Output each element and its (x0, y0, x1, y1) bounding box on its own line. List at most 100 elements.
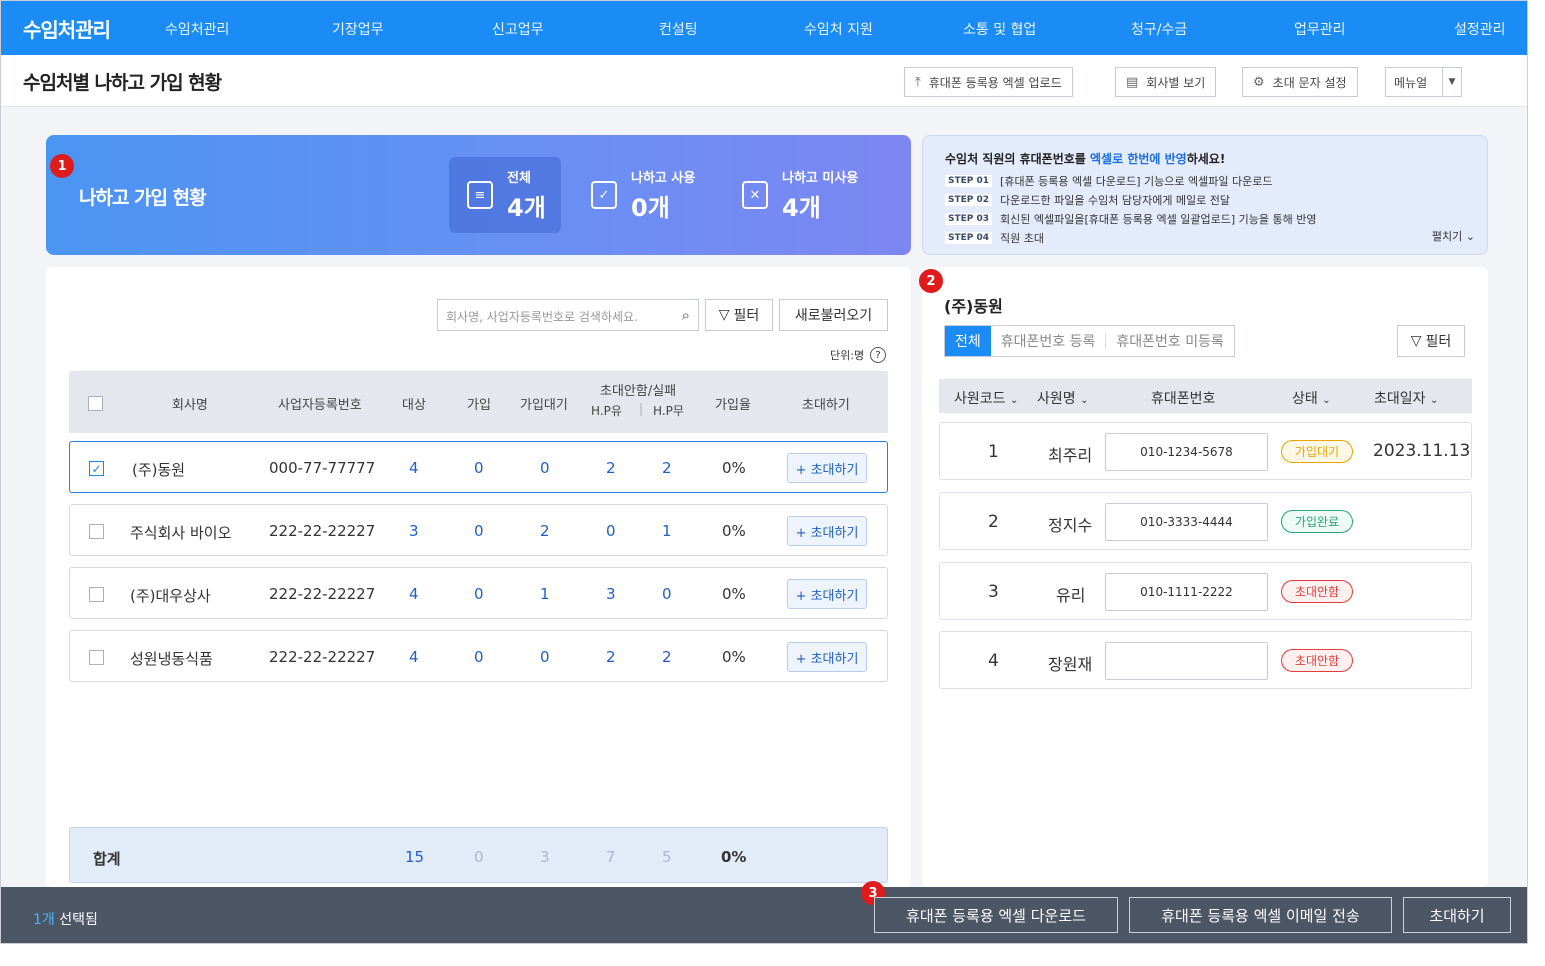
table-row[interactable]: 주식회사 바이오 222-22-22227 3 0 2 0 1 0% + 초대하… (69, 504, 888, 556)
cell-bizno: 222-22-22227 (269, 585, 376, 603)
search-icon[interactable]: ⌕ (682, 306, 690, 324)
cell-bizno: 222-22-22227 (269, 522, 376, 540)
cell-joined[interactable]: 0 (474, 585, 484, 603)
cell-target[interactable]: 4 (409, 585, 419, 603)
phone-input[interactable] (1105, 642, 1268, 680)
employee-row[interactable]: 2 정지수 010-3333-4444 가입완료 (939, 492, 1472, 550)
cell-target[interactable]: 3 (409, 522, 419, 540)
tab-phone-unregistered[interactable]: 휴대폰번호 미등록 (1106, 326, 1234, 356)
cell-hp-no[interactable]: 1 (662, 522, 672, 540)
row-checkbox[interactable]: ✓ (89, 461, 104, 476)
nav-item-clients[interactable]: 수임처관리 (165, 19, 229, 39)
excel-download-button[interactable]: 휴대폰 등록용 엑셀 다운로드 (874, 897, 1118, 933)
excel-upload-button[interactable]: ⤒ 휴대폰 등록용 엑셀 업로드 (904, 67, 1073, 97)
cell-joined[interactable]: 0 (474, 648, 484, 666)
tab-phone-registered[interactable]: 휴대폰번호 등록 (991, 326, 1106, 356)
excel-email-button[interactable]: 휴대폰 등록용 엑셀 이메일 전송 (1129, 897, 1392, 933)
phone-input[interactable]: 010-3333-4444 (1105, 503, 1268, 541)
table-row[interactable]: 성원냉동식품 222-22-22227 4 0 0 2 2 0% + 초대하기 (69, 630, 888, 682)
cell-hp-yes[interactable]: 2 (606, 648, 616, 666)
brand-logo[interactable]: 수임처관리 (23, 14, 111, 43)
expand-guide-link[interactable]: 펼치기 ⌄ (1432, 228, 1475, 244)
list-icon: ≡ (467, 181, 493, 209)
client-list-panel: 회사명, 사업자등록번호로 검색하세요. ⌕ ▽ 필터 새로불러오기 단위:명 … (46, 267, 911, 887)
col-employee-name[interactable]: 사원명 ⌄ (1037, 388, 1088, 408)
col-target: 대상 (402, 398, 426, 413)
col-employee-code[interactable]: 사원코드 ⌄ (954, 388, 1018, 408)
nav-item-collaboration[interactable]: 소통 및 협업 (963, 19, 1036, 39)
company-view-button[interactable]: ▤ 회사별 보기 (1115, 67, 1217, 97)
chevron-down-icon: ⌄ (1080, 395, 1089, 406)
employee-name: 최주리 (1048, 446, 1093, 465)
cell-joined[interactable]: 0 (474, 459, 484, 477)
cell-hp-yes[interactable]: 0 (606, 522, 616, 540)
stat-using-value: 0개 (631, 194, 670, 222)
help-icon[interactable]: ? (870, 347, 887, 363)
unit-label: 단위:명 (830, 349, 865, 362)
cell-joined[interactable]: 0 (474, 522, 484, 540)
cell-waiting[interactable]: 2 (540, 522, 550, 540)
selected-count: 1개 선택됨 (33, 909, 98, 929)
cell-target[interactable]: 4 (409, 459, 419, 477)
row-checkbox[interactable] (89, 524, 104, 539)
cell-bizno: 222-22-22227 (269, 648, 376, 666)
invite-button[interactable]: + 초대하기 (787, 642, 867, 672)
nav-item-settings[interactable]: 설정관리 (1454, 19, 1506, 39)
employee-row[interactable]: 1 최주리 010-1234-5678 가입대기 2023.11.13 (939, 422, 1472, 480)
cell-hp-no[interactable]: 0 (662, 585, 672, 603)
row-checkbox[interactable] (89, 587, 104, 602)
phone-input[interactable]: 010-1111-2222 (1105, 573, 1268, 611)
nav-item-bookkeeping[interactable]: 기장업무 (332, 19, 384, 39)
nav-item-client-support[interactable]: 수임처 지원 (804, 19, 873, 39)
manual-label: 메뉴얼 (1394, 75, 1428, 90)
manual-button[interactable]: 메뉴얼 (1385, 67, 1443, 97)
nav-item-filing[interactable]: 신고업무 (492, 19, 544, 39)
company-search-input[interactable]: 회사명, 사업자등록번호로 검색하세요. ⌕ (437, 299, 699, 331)
col-phone: 휴대폰번호 (1151, 391, 1216, 407)
nav-item-work-management[interactable]: 업무관리 (1294, 19, 1346, 39)
employee-table-header: 사원코드 ⌄ 사원명 ⌄ 휴대폰번호 상태 ⌄ 초대일자 ⌄ (939, 379, 1472, 413)
stat-using[interactable]: ✓ 나하고 사용 0개 (591, 157, 721, 233)
guide-step: STEP 02 다운로드한 파일을 수임처 담당자에게 메일로 전달 (945, 192, 1230, 208)
nav-item-billing[interactable]: 청구/수금 (1131, 19, 1187, 39)
row-checkbox[interactable] (89, 650, 104, 665)
invite-button[interactable]: + 초대하기 (787, 453, 867, 483)
refresh-button[interactable]: 새로불러오기 (779, 299, 888, 331)
guide-title-highlight-1: 엑셀로 (1090, 152, 1124, 166)
cell-hp-yes[interactable]: 3 (606, 585, 616, 603)
filter-button[interactable]: ▽ 필터 (705, 299, 773, 331)
invite-button[interactable]: + 초대하기 (787, 579, 867, 609)
table-row[interactable]: (주)대우상사 222-22-22227 4 0 1 3 0 0% + 초대하기 (69, 567, 888, 619)
cell-waiting[interactable]: 0 (540, 459, 550, 477)
table-row[interactable]: ✓ (주)동원 000-77-77777 4 0 0 2 2 0% + 초대하기 (69, 441, 888, 493)
total-waiting: 3 (540, 848, 550, 866)
nav-item-consulting[interactable]: 컨설팅 (659, 19, 698, 39)
table-header: 회사명 사업자등록번호 대상 가입 가입대기 초대안함/실패 H.P유 | H.… (69, 371, 888, 433)
col-status[interactable]: 상태 ⌄ (1292, 388, 1331, 408)
cell-target[interactable]: 4 (409, 648, 419, 666)
sms-settings-label: 초대 문자 설정 (1272, 75, 1347, 90)
invite-button[interactable]: + 초대하기 (787, 516, 867, 546)
employee-row[interactable]: 3 유리 010-1111-2222 초대안함 (939, 562, 1472, 620)
invite-all-button[interactable]: 초대하기 (1403, 897, 1511, 933)
tab-all[interactable]: 전체 (945, 326, 991, 356)
cell-hp-no[interactable]: 2 (662, 648, 672, 666)
cell-hp-yes[interactable]: 2 (606, 459, 616, 477)
gear-icon: ⚙ (1253, 74, 1265, 90)
stat-total[interactable]: ≡ 전체 4개 (449, 157, 561, 233)
col-hp-yes: H.P유 (591, 404, 622, 418)
manual-dropdown-toggle[interactable]: ▼ (1442, 67, 1462, 97)
stat-not-using[interactable]: ✕ 나하고 미사용 4개 (742, 157, 882, 233)
phone-input[interactable]: 010-1234-5678 (1105, 433, 1268, 471)
select-all-checkbox[interactable] (88, 396, 103, 411)
employee-filter-button[interactable]: ▽ 필터 (1397, 325, 1465, 357)
step-text: 다운로드한 파일을 수임처 담당자에게 메일로 전달 (1000, 194, 1231, 207)
cell-hp-no[interactable]: 2 (662, 459, 672, 477)
guide-step: STEP 03 회신된 엑셀파일을[휴대폰 등록용 엑셀 일괄업로드] 기능을 … (945, 211, 1316, 227)
sms-settings-button[interactable]: ⚙ 초대 문자 설정 (1242, 67, 1358, 97)
col-invite-date[interactable]: 초대일자 ⌄ (1374, 388, 1438, 408)
cell-waiting[interactable]: 1 (540, 585, 550, 603)
cell-waiting[interactable]: 0 (540, 648, 550, 666)
invite-date: 2023.11.13 (1373, 441, 1471, 461)
employee-row[interactable]: 4 장원재 초대안함 (939, 631, 1472, 689)
